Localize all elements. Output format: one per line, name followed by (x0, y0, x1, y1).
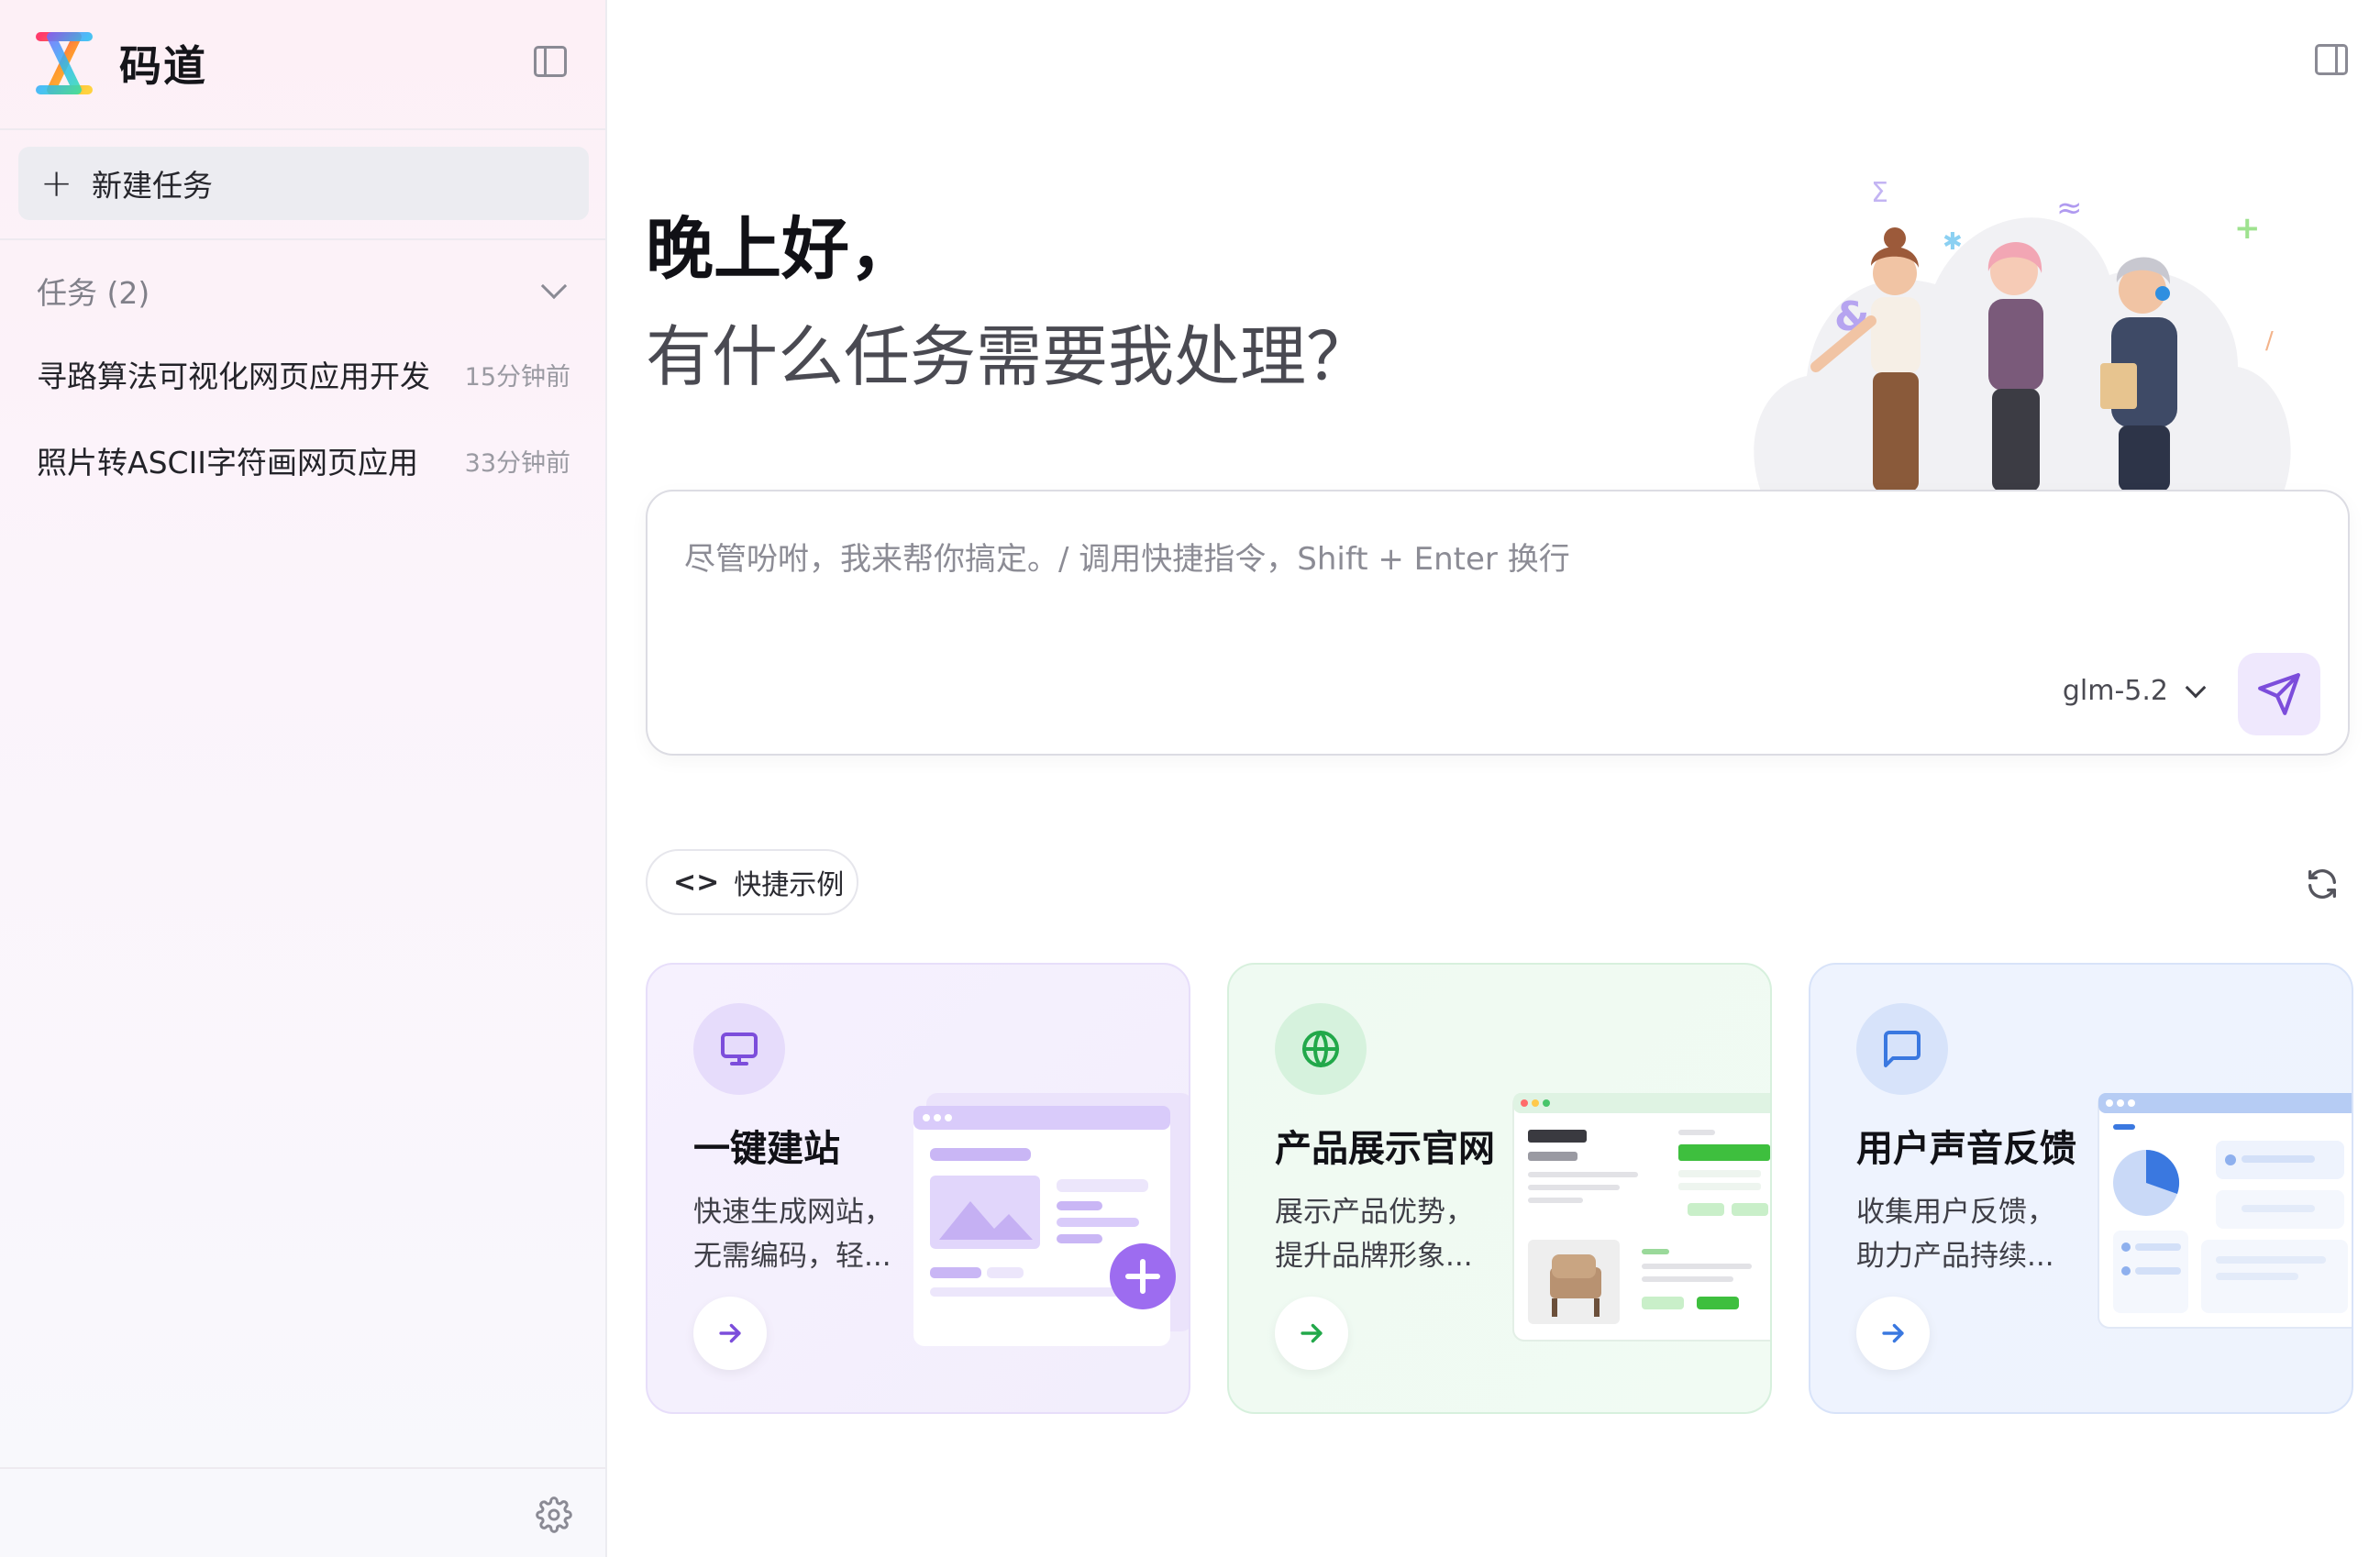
send-icon (2258, 673, 2300, 715)
quick-examples-label: 快捷示例 (734, 869, 845, 901)
svg-text:Σ: Σ (1871, 177, 1888, 209)
app-name: 码道 (119, 41, 207, 91)
settings-gear-icon[interactable] (536, 1496, 572, 1533)
quick-examples-chip[interactable]: <> 快捷示例 (646, 849, 858, 915)
model-selector[interactable]: glm-5.2 (2063, 675, 2210, 707)
card-desc: 无需编码，轻... (693, 1240, 891, 1273)
model-name: glm-5.2 (2062, 675, 2168, 707)
message-square-icon (1856, 1003, 1948, 1095)
collapse-sidebar-icon[interactable] (534, 46, 567, 77)
product-site-mockup-illustration (1512, 1093, 1770, 1342)
task-title: 寻路算法可视化网页应用开发 (37, 359, 430, 394)
task-group-header[interactable]: 任务 (2) (37, 268, 570, 314)
greeting: 晚上好， (646, 210, 917, 289)
plus-icon: + (40, 160, 73, 205)
arrow-right-icon (1882, 1323, 1904, 1343)
svg-text:/: / (2265, 327, 2274, 355)
card-desc: 提升品牌形象... (1275, 1240, 1473, 1273)
card-desc: 快速生成网站， (693, 1196, 892, 1229)
app-logo-icon (36, 32, 93, 94)
arrow-right-icon (1301, 1323, 1323, 1343)
card-arrow-button[interactable] (693, 1297, 767, 1370)
task-title: 照片转ASCII字符画网页应用 (37, 445, 419, 480)
task-time: 15分钟前 (464, 362, 570, 392)
card-arrow-button[interactable] (1275, 1297, 1348, 1370)
new-task-button[interactable]: + 新建任务 (18, 147, 589, 220)
code-icon: <> (673, 866, 720, 899)
prompt-composer[interactable]: 尽管吩咐，我来帮你搞定。/ 调用快捷指令，Shift + Enter 换行 gl… (646, 490, 2350, 756)
card-desc: 展示产品优势， (1275, 1196, 1474, 1229)
card-desc: 收集用户反馈， (1856, 1196, 2055, 1229)
divider (0, 128, 605, 130)
svg-text:≈: ≈ (2056, 190, 2083, 226)
monitor-icon (693, 1003, 785, 1095)
example-card-user-feedback[interactable]: 用户声音反馈 收集用户反馈， 助力产品持续... (1809, 963, 2353, 1414)
card-title: 产品展示官网 (1275, 1128, 1495, 1170)
svg-text:✱: ✱ (1943, 228, 1963, 256)
example-card-product-site[interactable]: 产品展示官网 展示产品优势， 提升品牌形象... (1227, 963, 1772, 1414)
card-title: 用户声音反馈 (1856, 1128, 2076, 1170)
sidebar: 码道 + 新建任务 任务 (2) 寻路算法可视化网页应用开发 15分钟前 照片转… (0, 0, 607, 1557)
prompt-input-placeholder: 尽管吩咐，我来帮你搞定。/ 调用快捷指令，Shift + Enter 换行 (684, 541, 1570, 578)
task-item[interactable]: 寻路算法可视化网页应用开发 15分钟前 (37, 347, 570, 402)
arrow-right-icon (719, 1323, 741, 1343)
divider (0, 238, 605, 240)
globe-icon (1275, 1003, 1367, 1095)
chevron-down-icon (540, 272, 568, 300)
card-title: 一键建站 (693, 1128, 840, 1170)
divider (0, 1467, 605, 1469)
toggle-panel-icon[interactable] (2315, 44, 2348, 75)
refresh-icon[interactable] (2304, 866, 2341, 902)
send-button[interactable] (2238, 653, 2320, 735)
brand[interactable]: 码道 (35, 29, 207, 97)
new-task-label: 新建任务 (92, 168, 213, 204)
task-group-label: 任务 (2) (37, 275, 150, 311)
task-item[interactable]: 照片转ASCII字符画网页应用 33分钟前 (37, 433, 570, 488)
svg-text:+: + (2234, 210, 2261, 247)
hero-illustration: & Σ ✱ ≈ + / (1754, 177, 2291, 491)
card-arrow-button[interactable] (1856, 1297, 1930, 1370)
card-desc: 助力产品持续... (1856, 1240, 2054, 1273)
example-card-website[interactable]: 一键建站 快速生成网站， 无需编码，轻... (646, 963, 1190, 1414)
chevron-down-icon (2185, 677, 2207, 698)
task-time: 33分钟前 (464, 448, 570, 478)
feedback-dashboard-illustration (2098, 1093, 2352, 1329)
website-mockup-illustration (913, 1093, 1189, 1346)
greeting-question: 有什么任务需要我处理？ (646, 318, 1373, 395)
